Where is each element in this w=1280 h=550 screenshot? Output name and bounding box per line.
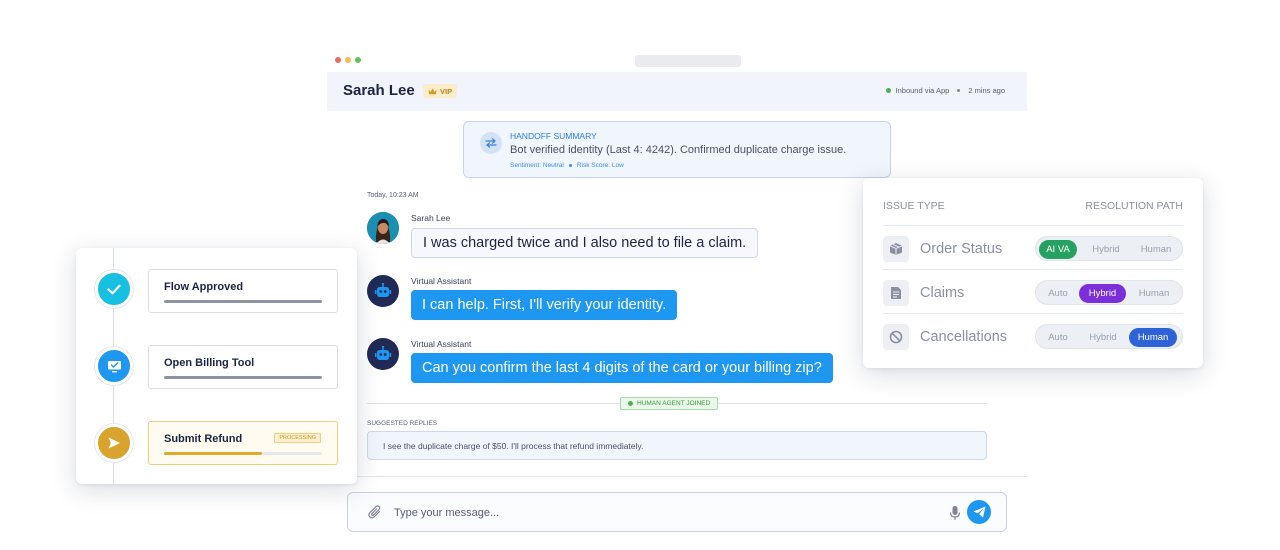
resolution-routing-panel: ISSUE TYPE RESOLUTION PATH Order Status … bbox=[863, 178, 1203, 368]
routing-row-order-status: Order Status AI VA Hybrid Human bbox=[883, 225, 1183, 269]
routing-row-cancellations: Cancellations Auto Hybrid Human bbox=[883, 313, 1183, 357]
microphone-icon[interactable] bbox=[948, 505, 962, 521]
ban-icon bbox=[883, 324, 909, 350]
maximize-window-dot[interactable] bbox=[355, 57, 361, 63]
step-progress-fill bbox=[164, 376, 322, 379]
handoff-text: Bot verified identity (Last 4: 4242). Co… bbox=[510, 144, 847, 156]
robot-icon bbox=[374, 346, 392, 360]
option-hybrid[interactable]: Hybrid bbox=[1084, 240, 1128, 259]
issue-type-label: Order Status bbox=[920, 241, 1003, 257]
handoff-meta: Sentiment: Neutral Risk Score: Low bbox=[510, 162, 624, 169]
close-window-dot[interactable] bbox=[335, 57, 341, 63]
title-bar-placeholder bbox=[635, 55, 741, 67]
bot-message-bubble: Can you confirm the last 4 digits of the… bbox=[411, 353, 833, 383]
customer-name: Sarah Lee bbox=[343, 82, 415, 99]
user-message-bubble: I was charged twice and I also need to f… bbox=[411, 228, 759, 258]
handoff-summary-card: HANDOFF SUMMARY Bot verified identity (L… bbox=[463, 121, 891, 178]
step-status-circle bbox=[95, 347, 133, 385]
suggested-reply-chip[interactable]: I see the duplicate charge of $50. I'll … bbox=[367, 431, 987, 460]
option-ai-va[interactable]: AI VA bbox=[1039, 240, 1077, 259]
avatar bbox=[367, 275, 399, 307]
issue-type-label: Claims bbox=[920, 285, 965, 301]
risk-score-label: Risk Score: Low bbox=[576, 162, 624, 169]
step-status-circle bbox=[95, 424, 133, 462]
box-icon bbox=[883, 236, 909, 262]
resolution-path-toggle: AI VA Hybrid Human bbox=[1035, 236, 1183, 261]
step-progress-bar bbox=[164, 376, 322, 379]
workflow-panel: Flow Approved Open Billing Tool Submit R… bbox=[76, 248, 357, 484]
joined-status-dot bbox=[628, 401, 633, 406]
resolution-path-header: RESOLUTION PATH bbox=[1085, 200, 1183, 212]
vip-label: VIP bbox=[440, 86, 453, 96]
message-sender: Virtual Assistant bbox=[411, 339, 472, 349]
window-controls bbox=[335, 57, 361, 63]
message-timestamp: Today, 10:23 AM bbox=[367, 192, 419, 199]
vip-badge: VIP bbox=[423, 84, 458, 98]
avatar bbox=[367, 338, 399, 370]
issue-type-label: Cancellations bbox=[920, 329, 1008, 345]
minimize-window-dot[interactable] bbox=[345, 57, 351, 63]
agent-joined-badge: HUMAN AGENT JOINED bbox=[620, 397, 719, 410]
agent-joined-label: HUMAN AGENT JOINED bbox=[637, 400, 711, 407]
option-auto[interactable]: Auto bbox=[1039, 328, 1077, 347]
workflow-step-label: Open Billing Tool bbox=[164, 357, 255, 369]
paper-plane-icon bbox=[973, 506, 985, 518]
send-icon bbox=[108, 437, 120, 449]
time-ago-label: 2 mins ago bbox=[968, 86, 1005, 95]
chat-header: Sarah Lee VIP Inbound via App 2 mins ago bbox=[327, 72, 1027, 111]
message-sender: Virtual Assistant bbox=[411, 276, 472, 286]
handoff-title: HANDOFF SUMMARY bbox=[510, 131, 597, 141]
avatar bbox=[367, 212, 399, 244]
workflow-step-flow-approved[interactable]: Flow Approved bbox=[148, 269, 338, 313]
swap-arrows-icon bbox=[480, 132, 502, 154]
workflow-step-label: Submit Refund bbox=[164, 433, 243, 445]
message-input[interactable] bbox=[394, 505, 934, 521]
workflow-step-open-billing-tool[interactable]: Open Billing Tool bbox=[148, 345, 338, 389]
user-avatar-icon bbox=[367, 212, 399, 244]
robot-icon bbox=[374, 283, 392, 297]
step-status-circle bbox=[95, 270, 133, 308]
message-sender: Sarah Lee bbox=[411, 213, 451, 223]
resolution-path-toggle: Auto Hybrid Human bbox=[1035, 324, 1183, 349]
document-icon bbox=[883, 280, 909, 306]
divider bbox=[327, 476, 1027, 477]
step-progress-fill bbox=[164, 300, 322, 303]
option-human[interactable]: Human bbox=[1134, 240, 1178, 259]
processing-badge: PROCESSING bbox=[274, 433, 321, 443]
bot-message-bubble: I can help. First, I'll verify your iden… bbox=[411, 290, 678, 320]
meta-separator bbox=[957, 89, 961, 92]
resolution-path-toggle: Auto Hybrid Human bbox=[1035, 280, 1183, 305]
monitor-icon bbox=[107, 360, 121, 372]
channel-label: Inbound via App bbox=[895, 86, 950, 95]
option-hybrid[interactable]: Hybrid bbox=[1081, 328, 1125, 347]
conversation-meta: Inbound via App 2 mins ago bbox=[885, 86, 1005, 95]
option-auto[interactable]: Auto bbox=[1039, 284, 1077, 303]
option-human[interactable]: Human bbox=[1129, 328, 1177, 347]
paperclip-icon[interactable] bbox=[368, 505, 382, 519]
send-button[interactable] bbox=[967, 500, 991, 524]
online-status-dot bbox=[885, 88, 891, 93]
suggested-replies-label: SUGGESTED REPLIES bbox=[367, 420, 438, 427]
routing-row-claims: Claims Auto Hybrid Human bbox=[883, 269, 1183, 313]
workflow-step-label: Flow Approved bbox=[164, 281, 244, 293]
option-human[interactable]: Human bbox=[1132, 284, 1176, 303]
step-progress-fill bbox=[164, 452, 262, 455]
step-progress-bar bbox=[164, 300, 322, 303]
option-hybrid[interactable]: Hybrid bbox=[1079, 284, 1126, 303]
step-progress-bar bbox=[164, 452, 322, 455]
workflow-step-submit-refund[interactable]: Submit Refund PROCESSING bbox=[148, 421, 338, 465]
issue-type-header: ISSUE TYPE bbox=[883, 200, 945, 212]
meta-separator bbox=[568, 164, 572, 167]
sentiment-label: Sentiment: Neutral bbox=[510, 162, 564, 169]
message-composer bbox=[347, 492, 1007, 532]
check-icon bbox=[107, 284, 121, 294]
crown-icon bbox=[428, 88, 437, 94]
